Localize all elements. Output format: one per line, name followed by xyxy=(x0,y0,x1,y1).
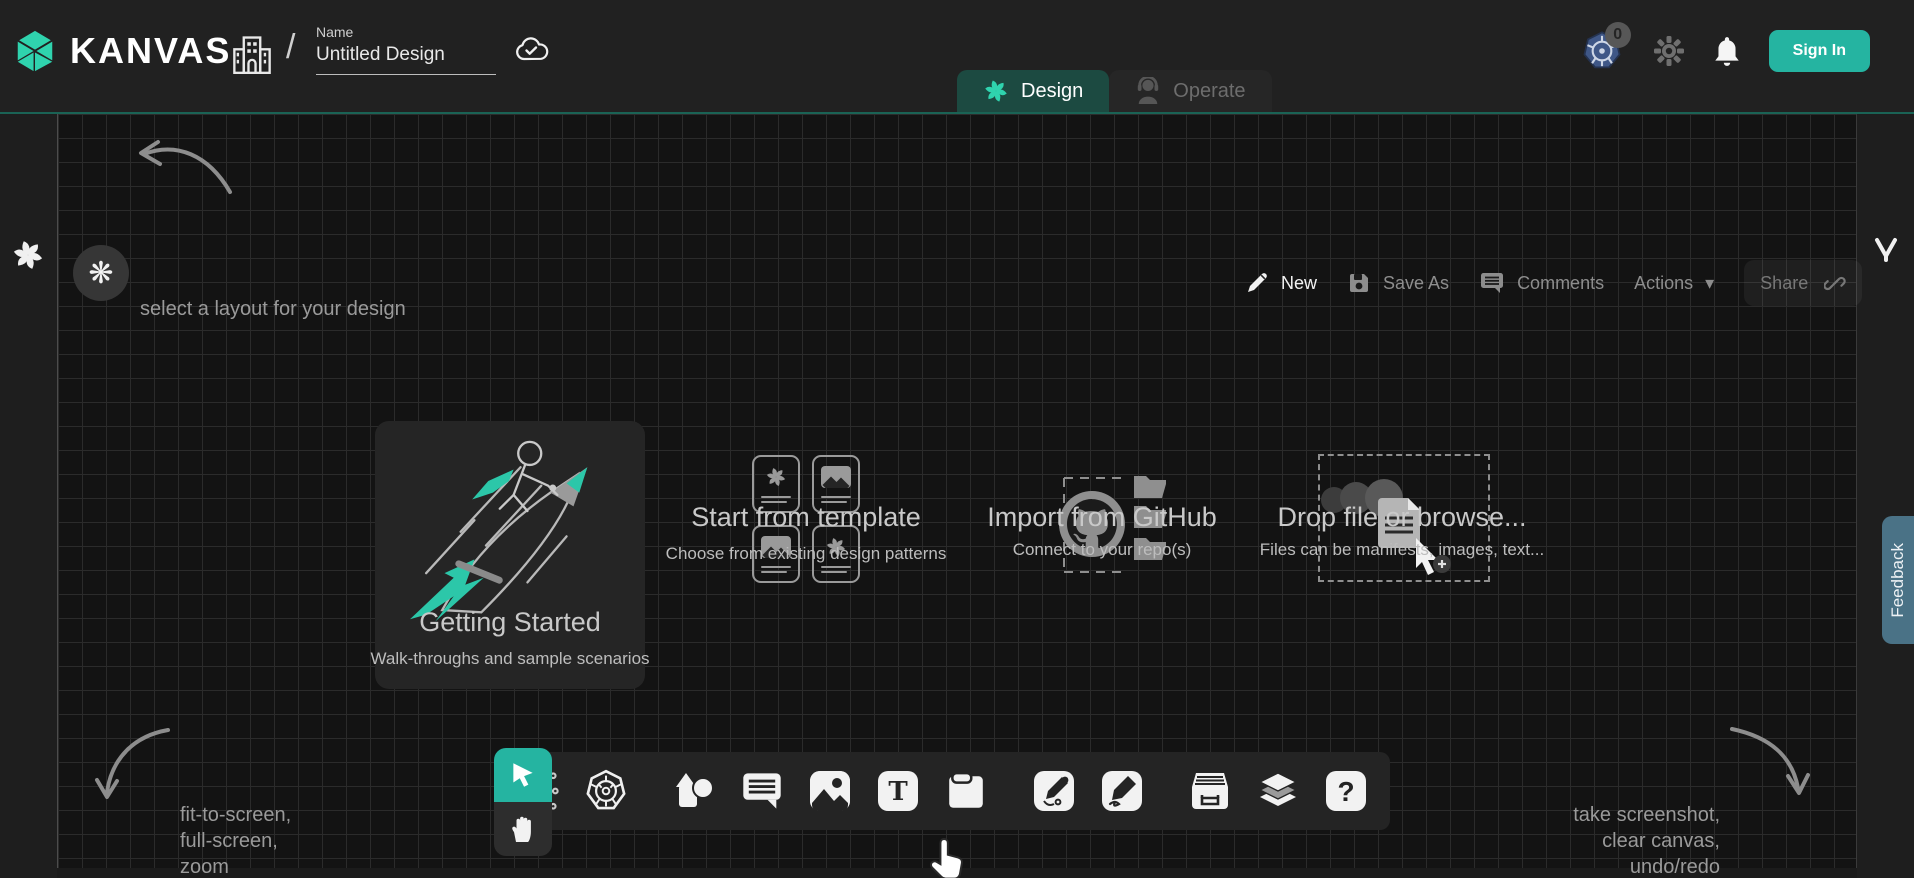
layout-picker-button[interactable]: ❋ xyxy=(73,245,129,301)
actions-label: Actions xyxy=(1634,273,1693,294)
design-spiral-icon xyxy=(983,78,1009,104)
kanvas-app: KANVAS / Name Untitled Design xyxy=(0,0,1914,878)
comment-bubble-icon xyxy=(740,770,784,812)
help-tool-button[interactable]: ? xyxy=(1324,769,1368,813)
new-label: New xyxy=(1281,273,1317,294)
header-right-controls: 0 xyxy=(1581,30,1870,72)
tool-palette: T xyxy=(494,752,1390,830)
pencil-tool-button[interactable] xyxy=(1100,769,1144,813)
design-name-field: Name Untitled Design xyxy=(316,24,496,75)
select-cursor-icon xyxy=(508,760,538,790)
sticky-note-icon xyxy=(945,770,987,812)
left-side-strip xyxy=(0,114,57,878)
save-as-label: Save As xyxy=(1383,273,1449,294)
pointer-tool-stack xyxy=(494,748,552,856)
text-tool-button[interactable]: T xyxy=(876,769,920,813)
archive-drawer-icon xyxy=(1188,769,1232,813)
sign-in-button[interactable]: Sign In xyxy=(1769,30,1870,72)
rocket-illustration xyxy=(391,435,627,625)
layers-icon xyxy=(1256,768,1300,814)
tab-design-label: Design xyxy=(1021,80,1083,103)
comments-icon xyxy=(1479,271,1505,295)
canvas-toolbar: New Save As Comments Actions xyxy=(1245,260,1862,306)
design-name-input[interactable]: Untitled Design xyxy=(316,44,496,75)
getting-started-card[interactable]: Getting Started Walk-throughs and sample… xyxy=(375,421,645,689)
hint-full-screen: full-screen, xyxy=(180,828,291,854)
tab-operate[interactable]: Operate xyxy=(1109,70,1271,112)
spiral-logo-icon[interactable] xyxy=(11,238,45,272)
comments-label: Comments xyxy=(1517,273,1604,294)
operate-headset-icon xyxy=(1135,77,1161,105)
hint-take-screenshot: take screenshot, xyxy=(1573,802,1720,828)
text-icon: T xyxy=(878,771,918,811)
image-icon xyxy=(810,771,850,811)
notifications-bell-icon[interactable] xyxy=(1713,35,1741,67)
pen-path-icon xyxy=(1034,771,1074,811)
bottom-left-hints: fit-to-screen, full-screen, zoom xyxy=(180,802,291,878)
pencil-scribble-icon xyxy=(1102,771,1142,811)
share-label: Share xyxy=(1760,273,1808,294)
comments-button[interactable]: Comments xyxy=(1479,271,1604,295)
save-floppy-icon xyxy=(1347,271,1371,295)
save-as-button[interactable]: Save As xyxy=(1347,271,1449,295)
y-logo-icon[interactable] xyxy=(1871,236,1901,274)
layers-tool-button[interactable] xyxy=(1256,769,1300,813)
share-button[interactable]: Share xyxy=(1744,260,1862,306)
hand-pan-icon xyxy=(509,814,537,844)
pan-tool-button[interactable] xyxy=(494,802,552,856)
settings-gear-icon[interactable] xyxy=(1653,35,1685,67)
hint-undo-redo: undo/redo xyxy=(1573,854,1720,878)
card-title: Getting Started xyxy=(340,607,680,638)
breadcrumb-separator: / xyxy=(286,28,295,67)
comment-tool-button[interactable] xyxy=(740,769,784,813)
new-button[interactable]: New xyxy=(1245,271,1317,295)
pen-tool-button[interactable] xyxy=(1032,769,1076,813)
kubernetes-tool-button[interactable] xyxy=(584,769,628,813)
archive-tool-button[interactable] xyxy=(1188,769,1232,813)
sticky-note-tool-button[interactable] xyxy=(944,769,988,813)
pencil-icon xyxy=(1245,271,1269,295)
name-label: Name xyxy=(316,24,496,40)
select-tool-button[interactable] xyxy=(494,748,552,802)
cloud-saved-icon xyxy=(515,36,549,64)
brand-logo[interactable]: KANVAS xyxy=(12,28,231,74)
shapes-tool-button[interactable] xyxy=(672,769,716,813)
brand-name: KANVAS xyxy=(70,30,231,72)
question-mark-icon: ? xyxy=(1326,771,1366,811)
hint-clear-canvas: clear canvas, xyxy=(1573,828,1720,854)
kubernetes-wheel-icon xyxy=(584,769,628,813)
feedback-tab[interactable]: Feedback xyxy=(1882,516,1914,644)
notifications-count-badge: 0 xyxy=(1605,22,1631,48)
image-tool-button[interactable] xyxy=(808,769,852,813)
card-subtitle: Files can be manifests, images, text... xyxy=(1222,540,1582,560)
image-icon xyxy=(821,466,851,488)
feedback-label: Feedback xyxy=(1888,543,1908,618)
credits-indicator[interactable]: 0 xyxy=(1581,30,1625,72)
header-bar: KANVAS / Name Untitled Design xyxy=(0,0,1914,112)
hint-fit-to-screen: fit-to-screen, xyxy=(180,802,291,828)
tab-design[interactable]: Design xyxy=(957,70,1109,112)
card-title: Start from template xyxy=(636,502,976,533)
layout-hint-text: select a layout for your design xyxy=(140,298,406,321)
card-title: Drop file or browse... xyxy=(1232,502,1572,533)
spiral-icon xyxy=(765,466,787,488)
actions-dropdown[interactable]: Actions ▾ xyxy=(1634,273,1714,294)
card-subtitle: Walk-throughs and sample scenarios xyxy=(330,649,690,669)
svg-text:?: ? xyxy=(1337,776,1354,807)
organization-icon[interactable] xyxy=(232,30,272,78)
share-link-icon xyxy=(1824,272,1846,294)
bottom-right-hints: take screenshot, clear canvas, undo/redo xyxy=(1573,802,1720,878)
shapes-icon xyxy=(672,769,716,813)
flower-icon: ❋ xyxy=(88,256,113,291)
tab-operate-label: Operate xyxy=(1173,80,1245,103)
hint-zoom: zoom xyxy=(180,854,291,878)
right-side-strip xyxy=(1857,114,1914,878)
mode-tabs: Design Operate xyxy=(957,70,1272,112)
card-title: Import from GitHub xyxy=(932,502,1272,533)
svg-text:T: T xyxy=(888,777,908,807)
kanvas-hexagon-icon xyxy=(12,28,58,74)
caret-down-icon: ▾ xyxy=(1705,273,1714,294)
